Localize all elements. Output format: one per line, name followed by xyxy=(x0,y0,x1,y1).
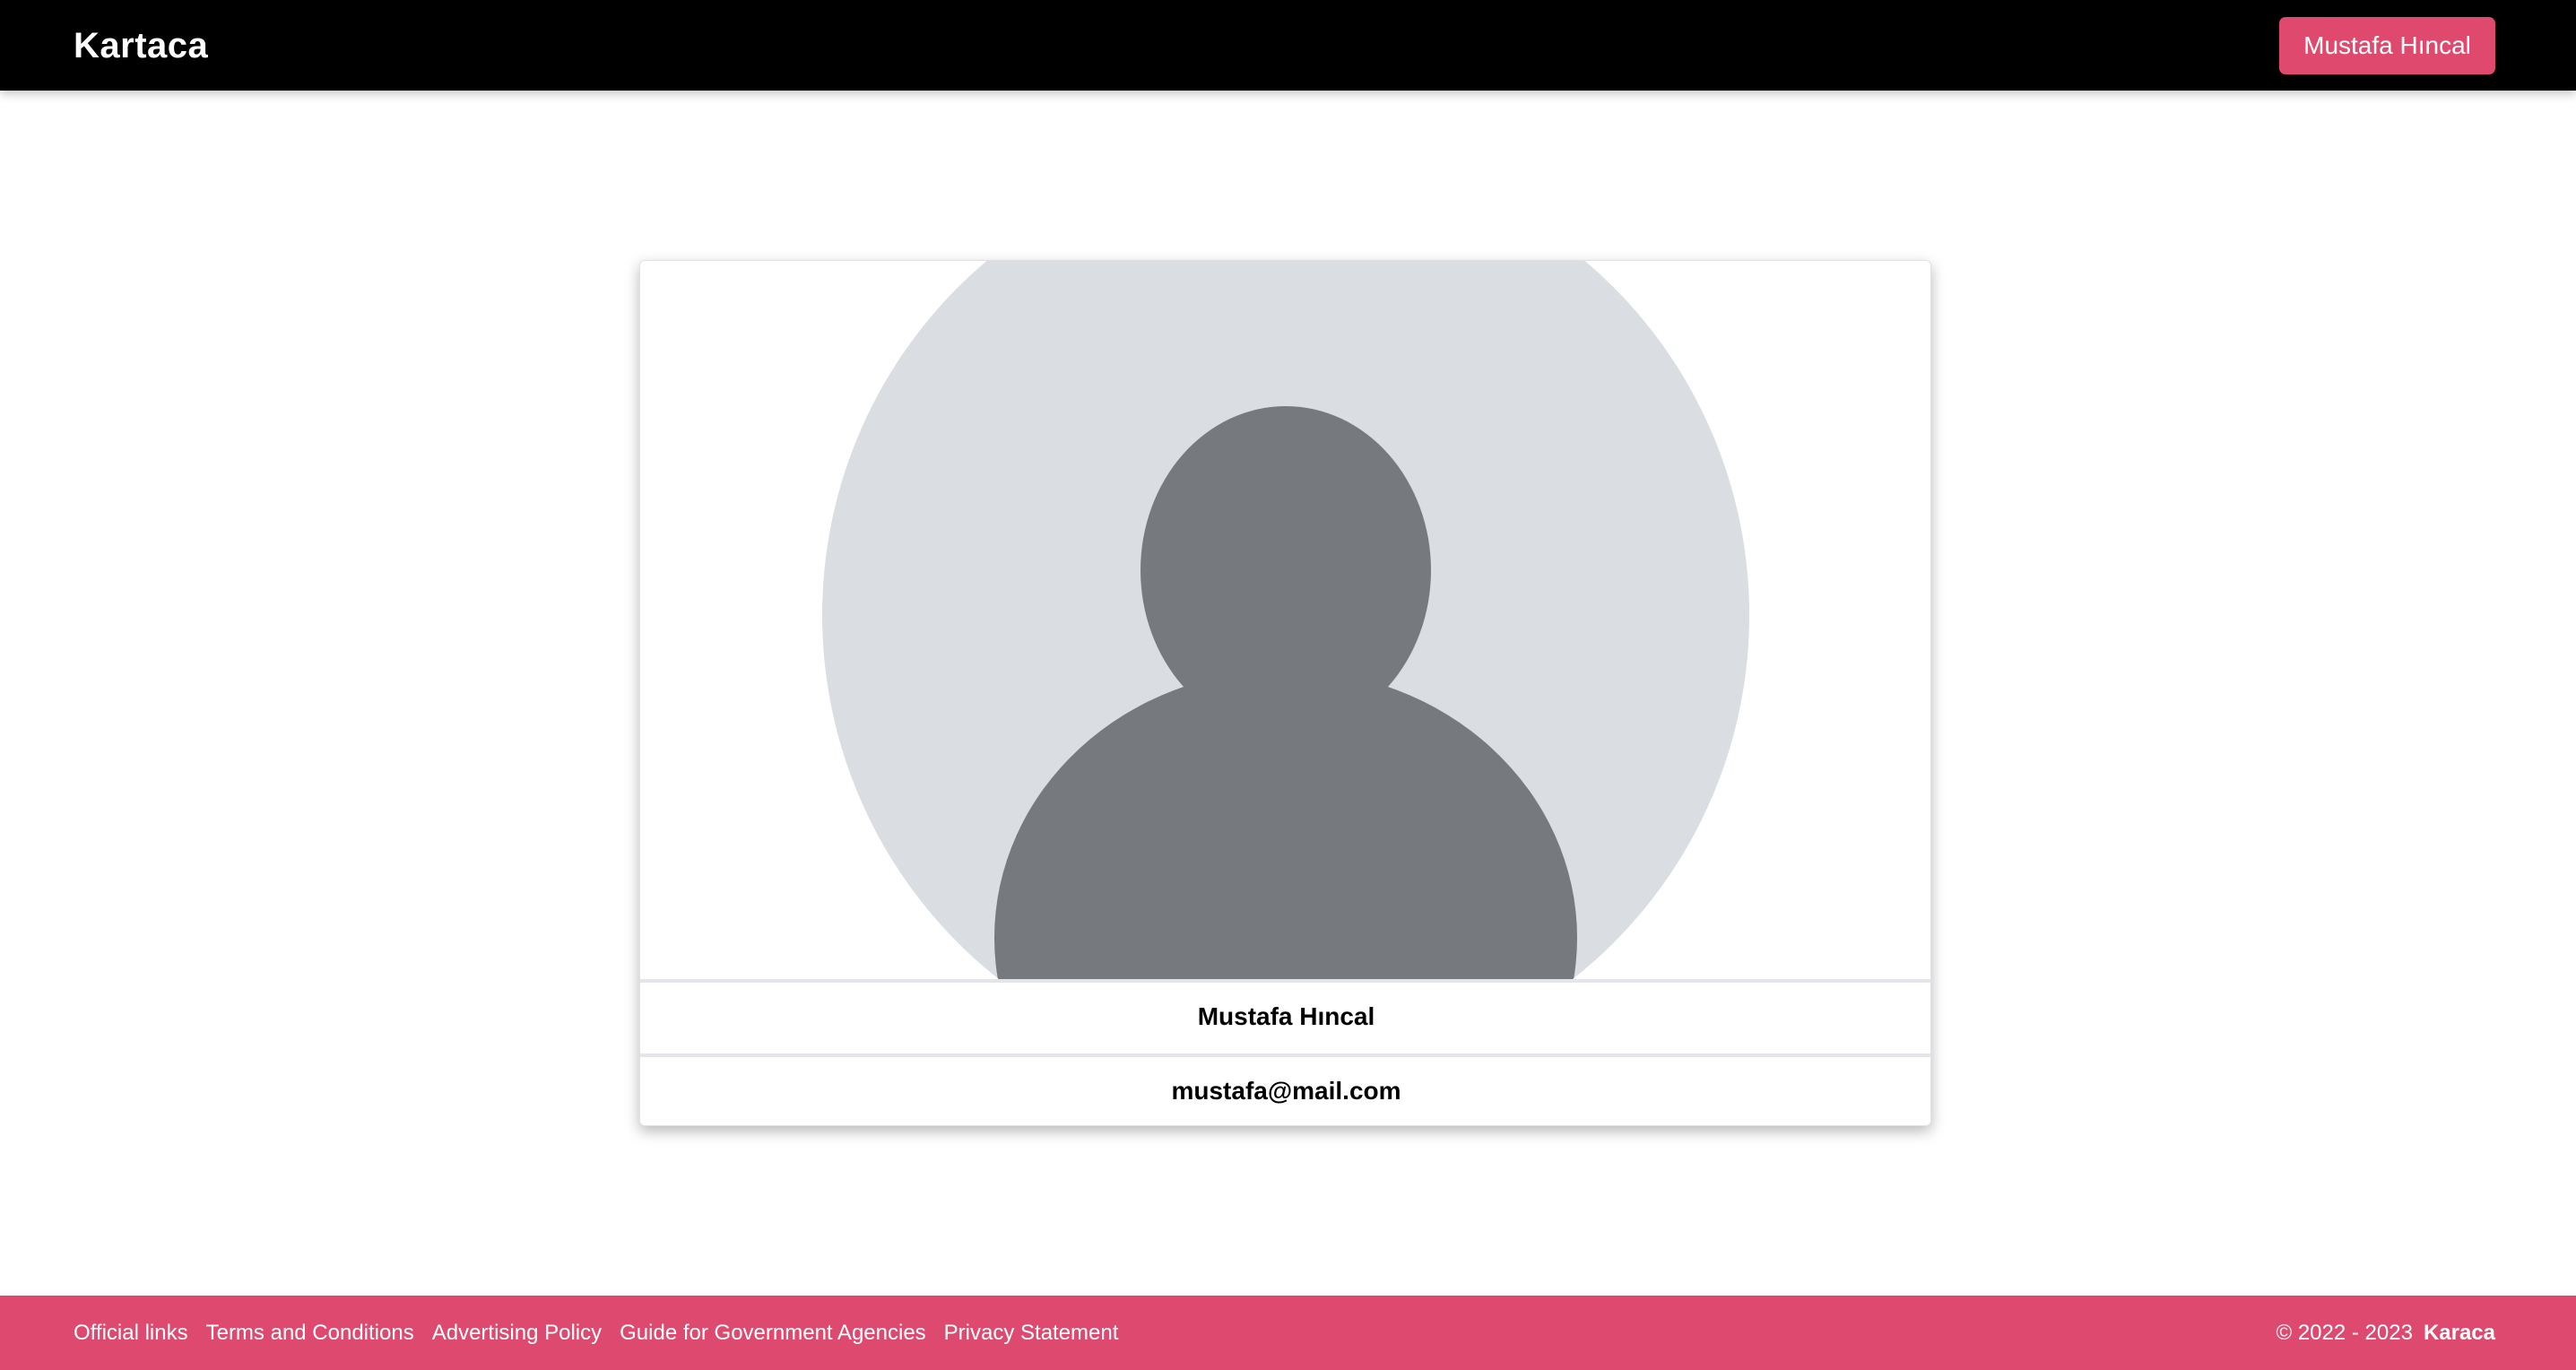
footer-links: Official links Terms and Conditions Adve… xyxy=(74,1296,1118,1370)
footer-copyright: © 2022 - 2023 Karaca xyxy=(2276,1296,2495,1370)
footer-link-terms-and-conditions[interactable]: Terms and Conditions xyxy=(206,1321,414,1346)
default-user-avatar-icon xyxy=(822,261,1749,979)
footer-link-official-links[interactable]: Official links xyxy=(74,1321,188,1346)
user-menu-button[interactable]: Mustafa Hıncal xyxy=(2279,17,2495,74)
copyright-text: © 2022 - 2023 xyxy=(2276,1320,2413,1345)
brand-logo[interactable]: Kartaca xyxy=(74,22,208,70)
profile-email: mustafa@mail.com xyxy=(640,1054,1930,1125)
profile-page: Kartaca Mustafa Hıncal Mustafa Hıncal mu… xyxy=(0,0,2576,1370)
footer-link-advertising-policy[interactable]: Advertising Policy xyxy=(432,1321,602,1346)
profile-card: Mustafa Hıncal mustafa@mail.com xyxy=(639,260,1931,1126)
footer: Official links Terms and Conditions Adve… xyxy=(0,1296,2576,1370)
top-navbar: Kartaca Mustafa Hıncal xyxy=(0,0,2576,91)
footer-link-government-guide[interactable]: Guide for Government Agencies xyxy=(620,1321,926,1346)
footer-brand: Karaca xyxy=(2423,1320,2495,1345)
profile-avatar xyxy=(640,261,1930,979)
profile-name: Mustafa Hıncal xyxy=(640,979,1930,1051)
footer-link-privacy-statement[interactable]: Privacy Statement xyxy=(944,1321,1119,1346)
